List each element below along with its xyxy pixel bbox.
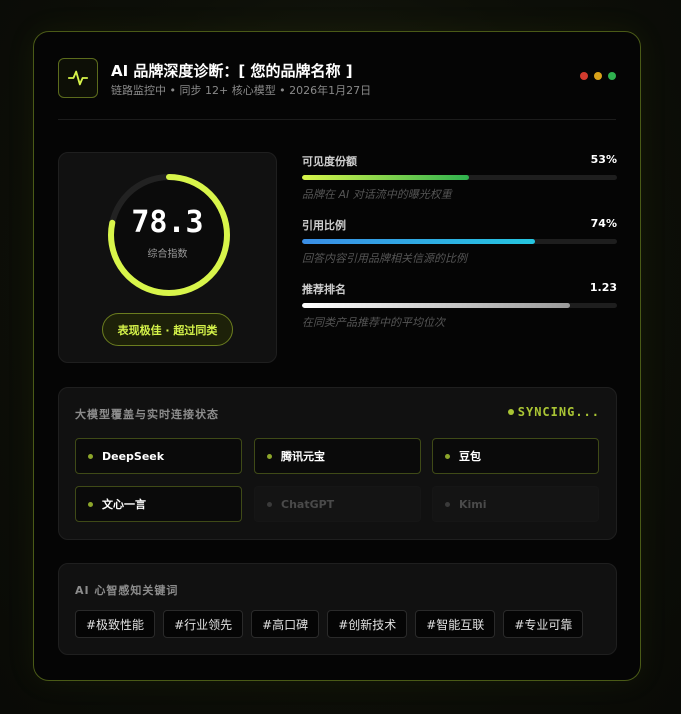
model-name: 腾讯元宝 [281, 450, 325, 463]
keyword-tags: #极致性能 #行业领先 #高口碑 #创新技术 #智能互联 #专业可靠 [75, 610, 584, 638]
metric-desc: 在同类产品推荐中的平均位次 [302, 316, 445, 329]
metric-ranking: 推荐排名 1.23 在同类产品推荐中的平均位次 [302, 281, 617, 345]
status-dot-icon [267, 453, 272, 459]
keyword-tag[interactable]: #创新技术 [327, 610, 408, 638]
metric-visibility: 可见度份额 53% 品牌在 AI 对话流中的曝光权重 [302, 153, 617, 217]
metric-value: 1.23 [589, 281, 617, 294]
model-chip-wenxin[interactable]: 文心一言 [75, 486, 242, 522]
model-chip-kimi[interactable]: Kimi [432, 486, 599, 522]
score-label: 综合指数 [147, 249, 188, 260]
metrics-list: 可见度份额 53% 品牌在 AI 对话流中的曝光权重 引用比例 74% 回答内容… [302, 153, 617, 345]
keyword-tag[interactable]: #极致性能 [75, 610, 156, 638]
model-chip-yuanbao[interactable]: 腾讯元宝 [254, 438, 421, 474]
page-subtitle: 链路监控中 • 同步 12+ 核心模型 • 2026年1月27日 [111, 84, 372, 97]
status-dot-icon [445, 453, 450, 459]
sync-status: SYNCING... [507, 405, 600, 419]
sync-status-text: SYNCING... [517, 405, 600, 419]
model-name: ChatGPT [281, 497, 335, 511]
keyword-tag[interactable]: #专业可靠 [503, 610, 584, 638]
minimize-dot[interactable] [594, 72, 602, 80]
score-panel: 78.3 综合指数 表现极佳 · 超过同类 [58, 152, 277, 363]
metric-citation: 引用比例 74% 回答内容引用品牌相关信源的比例 [302, 217, 617, 281]
model-name: 豆包 [459, 450, 481, 463]
model-chip-chatgpt[interactable]: ChatGPT [254, 486, 421, 522]
metric-value: 74% [590, 217, 617, 230]
window-controls [580, 72, 616, 80]
progress-fill [302, 175, 469, 180]
performance-badge: 表现极佳 · 超过同类 [102, 313, 233, 346]
pulse-icon [67, 70, 89, 86]
progress-fill [302, 303, 570, 308]
progress-fill [302, 239, 536, 244]
models-title: 大模型覆盖与实时连接状态 [75, 408, 219, 421]
keywords-panel: AI 心智感知关键词 #极致性能 #行业领先 #高口碑 #创新技术 #智能互联 … [58, 563, 617, 655]
status-dot-icon [88, 453, 93, 459]
page-title: AI 品牌深度诊断：[ 您的品牌名称 ] [111, 62, 353, 80]
keyword-tag[interactable]: #高口碑 [251, 610, 320, 638]
model-name: 文心一言 [102, 498, 146, 511]
model-chip-doubao[interactable]: 豆包 [432, 438, 599, 474]
close-dot[interactable] [580, 72, 588, 80]
progress-track [302, 239, 617, 244]
metric-name: 可见度份额 [302, 155, 357, 168]
header: AI 品牌深度诊断：[ 您的品牌名称 ] 链路监控中 • 同步 12+ 核心模型… [58, 56, 616, 120]
metric-name: 引用比例 [302, 219, 346, 232]
keywords-title: AI 心智感知关键词 [75, 584, 179, 597]
metric-value: 53% [590, 153, 617, 166]
model-name: Kimi [459, 497, 487, 511]
progress-track [302, 175, 617, 180]
model-chip-deepseek[interactable]: DeepSeek [75, 438, 242, 474]
diagnosis-card: AI 品牌深度诊断：[ 您的品牌名称 ] 链路监控中 • 同步 12+ 核心模型… [33, 31, 641, 681]
metric-desc: 回答内容引用品牌相关信源的比例 [302, 252, 467, 265]
status-dot-icon [267, 501, 272, 507]
status-dot-icon [88, 501, 93, 507]
metric-name: 推荐排名 [302, 283, 346, 296]
maximize-dot[interactable] [608, 72, 616, 80]
models-panel: 大模型覆盖与实时连接状态 SYNCING... DeepSeek 腾讯元宝 豆包… [58, 387, 617, 540]
status-dot-icon [445, 501, 450, 507]
logo [58, 58, 98, 98]
status-dot-icon [507, 409, 514, 415]
model-name: DeepSeek [102, 449, 165, 463]
metric-desc: 品牌在 AI 对话流中的曝光权重 [302, 188, 452, 201]
progress-track [302, 303, 617, 308]
keyword-tag[interactable]: #行业领先 [163, 610, 244, 638]
score-value: 78.3 [131, 205, 204, 240]
keyword-tag[interactable]: #智能互联 [415, 610, 496, 638]
